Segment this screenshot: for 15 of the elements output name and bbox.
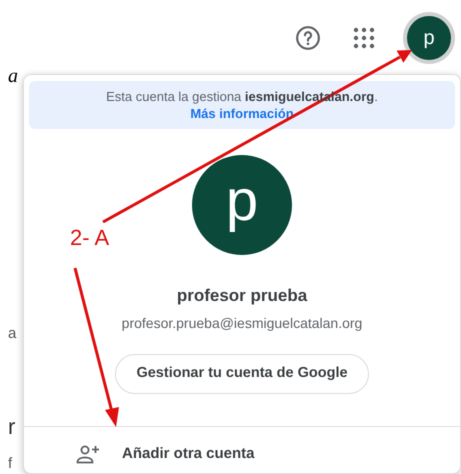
add-person-icon [76, 444, 100, 464]
user-email: profesor.prueba@iesmiguelcatalan.org [122, 314, 362, 333]
page-text: a [8, 66, 18, 86]
profile-avatar: p [192, 155, 292, 255]
annotation-label: 2- A [70, 227, 110, 249]
more-info-link[interactable]: Más información [190, 105, 294, 122]
apps-grid-icon[interactable] [353, 27, 375, 49]
avatar-button[interactable]: p [407, 16, 451, 60]
help-icon[interactable] [295, 25, 321, 51]
page-text: a [8, 326, 16, 341]
manage-account-button[interactable]: Gestionar tu cuenta de Google [115, 354, 369, 394]
page-text: f [8, 456, 12, 471]
add-account-item[interactable]: Añadir otra cuenta [76, 442, 255, 465]
page-text: r [8, 416, 16, 438]
user-name: profesor prueba [176, 285, 308, 307]
